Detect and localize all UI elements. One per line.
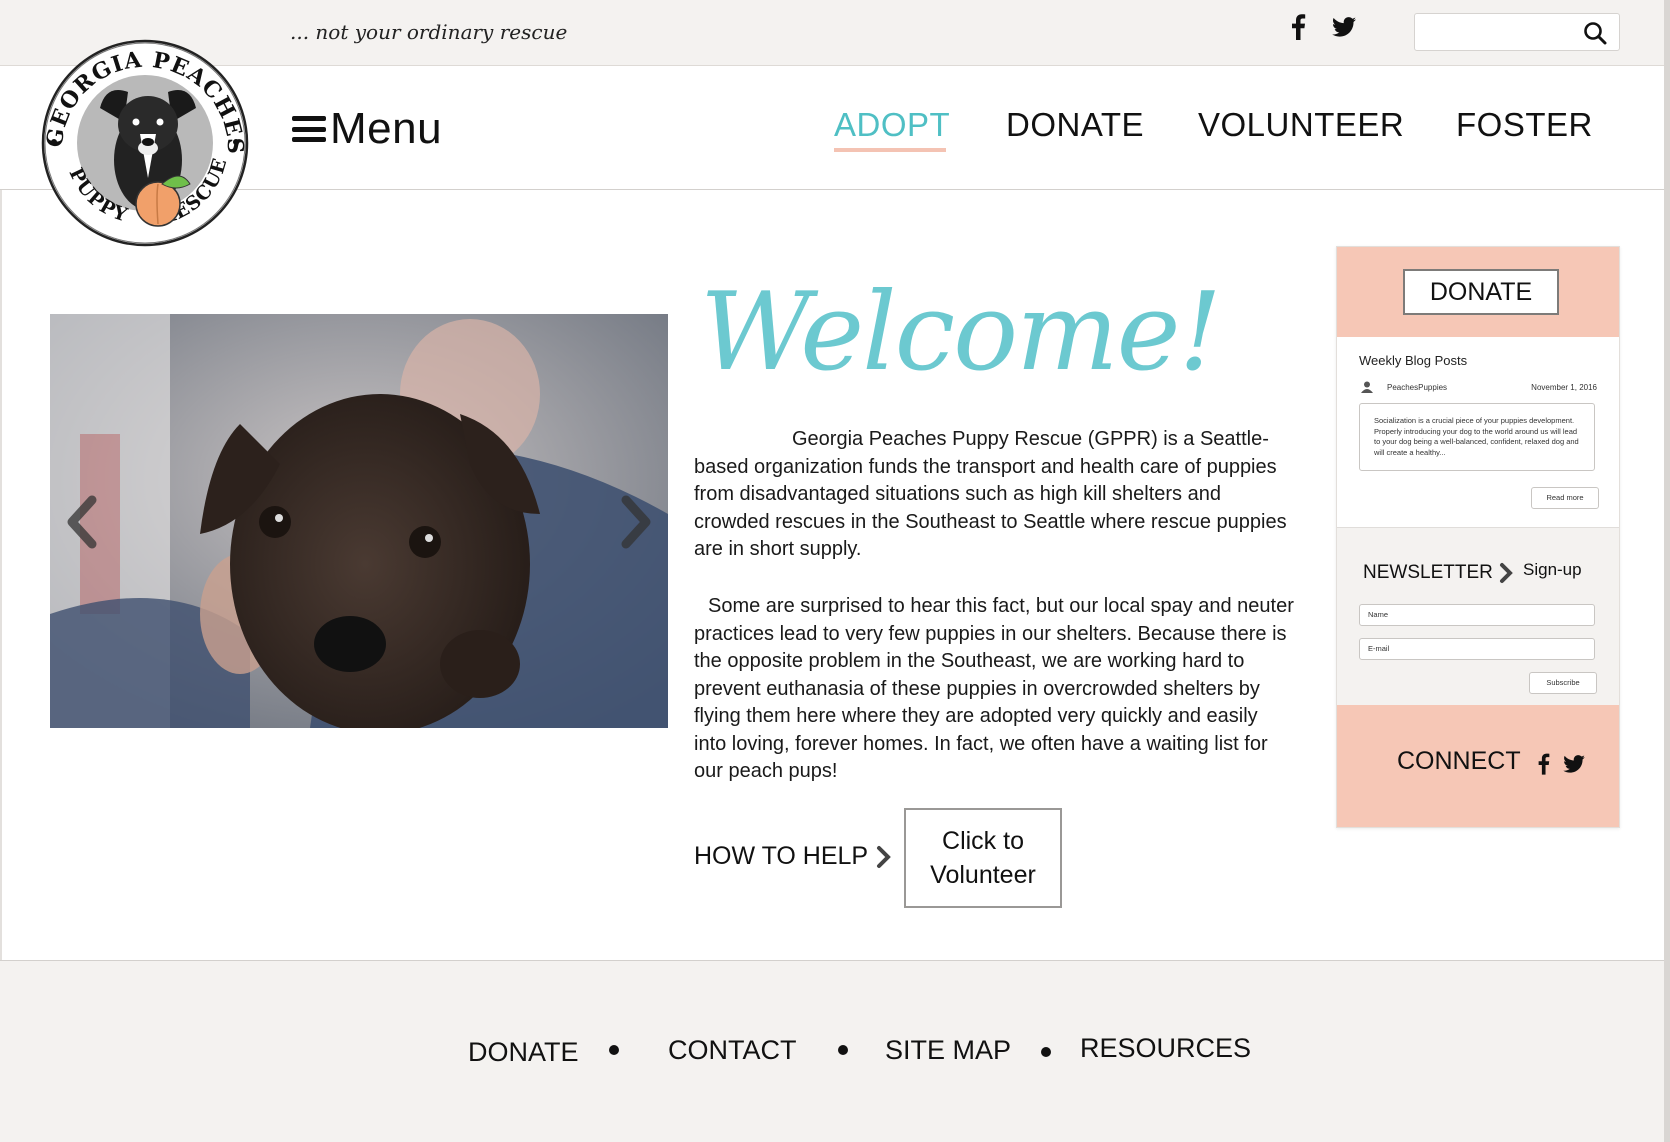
carousel-next-icon[interactable]: [610, 492, 660, 552]
twitter-icon[interactable]: [1332, 17, 1356, 37]
footer-donate-link[interactable]: DONATE: [468, 1037, 579, 1068]
newsletter-email-field[interactable]: E-mail: [1359, 638, 1595, 660]
read-more-button[interactable]: Read more: [1531, 487, 1599, 509]
newsletter-widget: NEWSLETTER Sign-up Name E-mail Subscribe: [1337, 527, 1619, 705]
how-to-help-link[interactable]: HOW TO HELP: [694, 842, 892, 871]
welcome-heading: Welcome!: [700, 270, 1222, 395]
search-icon[interactable]: [1583, 21, 1607, 45]
chevron-right-icon: [877, 845, 891, 868]
facebook-icon[interactable]: [1290, 14, 1306, 40]
menu-label: Menu: [330, 104, 443, 153]
info-paragraph: Some are surprised to hear this fact, bu…: [694, 595, 1294, 782]
footer-contact-link[interactable]: CONTACT: [668, 1035, 797, 1066]
puppy-photo: [50, 314, 668, 728]
newsletter-signup-link[interactable]: Sign-up: [1523, 560, 1582, 580]
tagline: ... not your ordinary rescue: [290, 20, 568, 44]
footer-resources-link[interactable]: RESOURCES: [1080, 1033, 1251, 1064]
nav-adopt[interactable]: ADOPT: [834, 106, 950, 144]
newsletter-label-group: NEWSLETTER: [1363, 562, 1513, 584]
footer-separator: [609, 1045, 619, 1055]
volunteer-button[interactable]: Click to Volunteer: [904, 808, 1062, 908]
blog-title: Weekly Blog Posts: [1359, 353, 1468, 368]
footer: DONATE CONTACT SITE MAP RESOURCES: [0, 960, 1664, 1142]
hamburger-icon: [292, 116, 326, 142]
active-nav-underline: [834, 148, 946, 152]
georgia-peaches-logo[interactable]: GEORGIA PEACHES PUPPY RESCUE: [40, 38, 250, 248]
subscribe-button[interactable]: Subscribe: [1529, 672, 1597, 694]
blog-author: PeachesPuppies: [1387, 383, 1448, 392]
search-input[interactable]: [1414, 13, 1620, 51]
twitter-icon[interactable]: [1563, 755, 1585, 773]
nav-volunteer[interactable]: VOLUNTEER: [1198, 106, 1404, 144]
chevron-right-icon: [1499, 563, 1513, 583]
connect-label: CONNECT: [1397, 747, 1521, 775]
nav-donate[interactable]: DONATE: [1006, 106, 1144, 144]
nav-foster[interactable]: FOSTER: [1456, 106, 1593, 144]
user-icon: [1361, 381, 1373, 393]
newsletter-name-field[interactable]: Name: [1359, 604, 1595, 626]
footer-sitemap-link[interactable]: SITE MAP: [885, 1035, 1011, 1066]
carousel-prev-icon[interactable]: [58, 492, 108, 552]
top-social-links: [1290, 14, 1356, 40]
sidebar-donate-button[interactable]: DONATE: [1403, 269, 1559, 315]
blog-date: November 1, 2016: [1531, 383, 1597, 392]
connect-widget: CONNECT: [1337, 705, 1619, 827]
hero-carousel[interactable]: [50, 314, 668, 728]
menu-button[interactable]: Menu: [292, 104, 442, 154]
blog-excerpt: Socialization is a crucial piece of your…: [1359, 403, 1595, 471]
blog-widget: Weekly Blog Posts PeachesPuppies Novembe…: [1337, 337, 1619, 527]
newsletter-label: NEWSLETTER: [1363, 562, 1493, 583]
intro-paragraph: Georgia Peaches Puppy Rescue (GPPR) is a…: [694, 428, 1287, 560]
how-to-help-label: HOW TO HELP: [694, 842, 869, 870]
footer-separator: [838, 1045, 848, 1055]
sidebar-donate-section: DONATE: [1337, 247, 1619, 337]
footer-separator: [1041, 1047, 1051, 1057]
facebook-icon[interactable]: [1537, 753, 1550, 775]
sidebar: DONATE Weekly Blog Posts PeachesPuppies …: [1336, 246, 1620, 828]
